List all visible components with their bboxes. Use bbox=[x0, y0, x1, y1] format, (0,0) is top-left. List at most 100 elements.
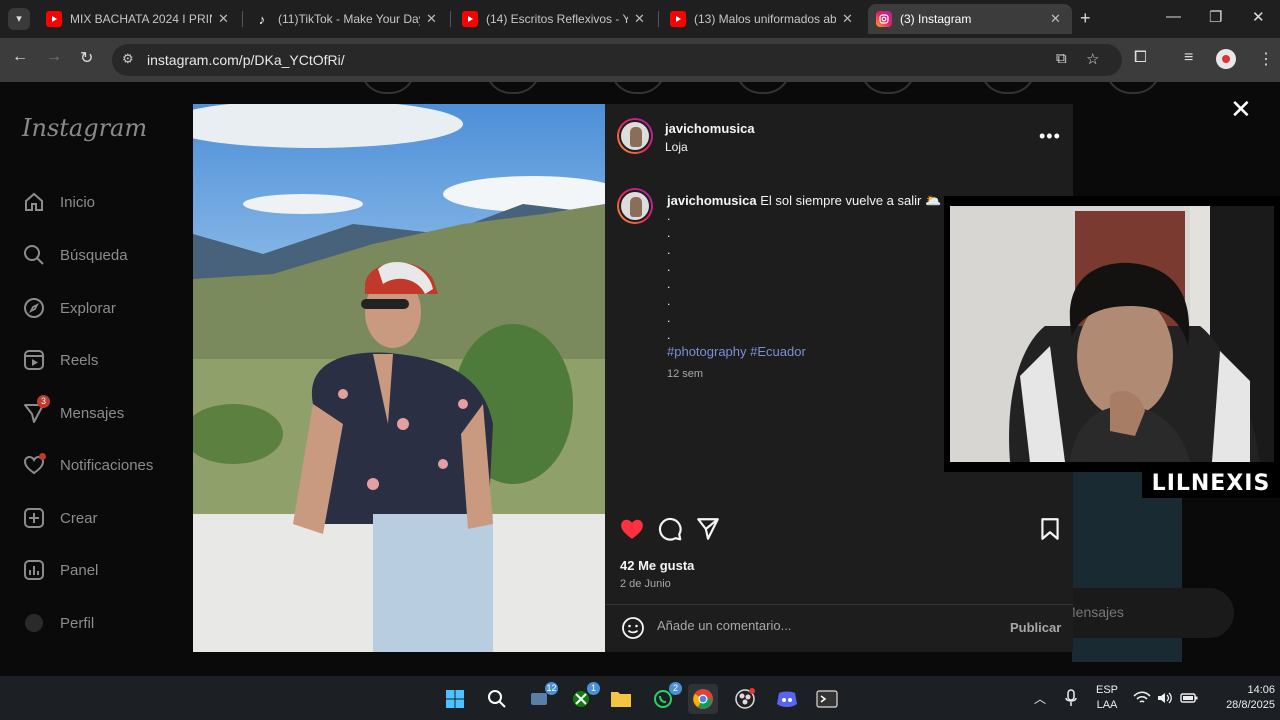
sidebar-item-inicio[interactable]: Inicio bbox=[22, 190, 95, 214]
caption-hashtags[interactable]: #photography #Ecuador bbox=[667, 344, 806, 359]
tab-youtube-escritos[interactable]: (14) Escritos Reflexivos - You ✕ bbox=[454, 4, 656, 34]
story-avatar[interactable] bbox=[485, 82, 541, 94]
story-avatar[interactable] bbox=[980, 82, 1036, 94]
site-info-icon[interactable]: ⚙ bbox=[122, 51, 134, 67]
tab-tiktok[interactable]: ♪ (11)TikTok - Make Your Day ✕ bbox=[246, 4, 448, 34]
back-icon[interactable]: ← bbox=[12, 48, 28, 66]
like-count[interactable]: 42 Me gusta bbox=[620, 558, 694, 573]
windows-taskbar: 12 1 2 ︿ ESP LAA 14:06 28/8/2025 bbox=[0, 676, 1280, 720]
microphone-icon[interactable] bbox=[1064, 676, 1078, 720]
minimize-icon[interactable]: — bbox=[1166, 8, 1181, 25]
publish-button[interactable]: Publicar bbox=[1010, 620, 1061, 635]
restore-icon[interactable]: ❐ bbox=[1209, 8, 1222, 26]
search-icon[interactable] bbox=[482, 684, 512, 714]
comment-input[interactable] bbox=[657, 618, 997, 633]
system-clock[interactable]: 14:06 28/8/2025 bbox=[1205, 683, 1275, 713]
obs-icon[interactable] bbox=[730, 684, 760, 714]
post-author-avatar[interactable] bbox=[617, 118, 653, 154]
extensions-icon[interactable]: ⧠ bbox=[1134, 49, 1147, 67]
discord-icon[interactable] bbox=[772, 684, 802, 714]
tab-instagram[interactable]: (3) Instagram ✕ bbox=[868, 4, 1072, 34]
battery-icon[interactable] bbox=[1180, 676, 1198, 720]
url-text[interactable]: instagram.com/p/DKa_YCtOfRi/ bbox=[147, 52, 345, 68]
story-avatar[interactable] bbox=[610, 82, 666, 94]
windows-start-icon[interactable] bbox=[440, 684, 470, 714]
sidebar-item-crear[interactable]: Crear bbox=[22, 506, 98, 530]
like-heart-icon[interactable] bbox=[619, 516, 645, 547]
close-tab-icon[interactable]: ✕ bbox=[634, 11, 648, 27]
sidebar-item-perfil[interactable]: Perfil bbox=[22, 611, 94, 635]
close-tab-icon[interactable]: ✕ bbox=[218, 11, 232, 27]
more-options-icon[interactable]: ••• bbox=[1039, 126, 1061, 147]
reload-icon[interactable]: ↻ bbox=[80, 48, 93, 68]
instagram-logo[interactable]: Instagram bbox=[22, 114, 147, 142]
tab-youtube-malos[interactable]: (13) Malos uniformados ab ✕ bbox=[662, 4, 864, 34]
caption-dot: . bbox=[667, 328, 671, 342]
story-avatar[interactable] bbox=[360, 82, 416, 94]
media-control-icon[interactable]: ≡ bbox=[1184, 49, 1193, 67]
close-tab-icon[interactable]: ✕ bbox=[1050, 11, 1064, 27]
messenger-icon: 3 bbox=[22, 395, 50, 425]
tab-strip: ▾ MIX BACHATA 2024 I PRINCI ✕ ♪ (11)TikT… bbox=[0, 0, 1280, 38]
window-close-icon[interactable]: ✕ bbox=[1252, 8, 1265, 26]
volume-icon[interactable] bbox=[1157, 676, 1173, 720]
chrome-menu-icon[interactable]: ⋮ bbox=[1258, 49, 1274, 69]
youtube-icon bbox=[462, 11, 478, 27]
story-avatar[interactable] bbox=[860, 82, 916, 94]
whatsapp-badge: 2 bbox=[669, 682, 682, 695]
close-tab-icon[interactable]: ✕ bbox=[426, 11, 440, 27]
chrome-icon[interactable] bbox=[688, 684, 718, 714]
youtube-icon bbox=[670, 11, 686, 27]
sidebar-item-busqueda[interactable]: Búsqueda bbox=[22, 243, 128, 267]
close-modal-icon[interactable]: ✕ bbox=[1230, 94, 1252, 125]
story-avatar[interactable] bbox=[735, 82, 791, 94]
sidebar-item-label: Explorar bbox=[60, 299, 116, 317]
close-tab-icon[interactable]: ✕ bbox=[842, 11, 856, 27]
task-view-icon[interactable]: 12 bbox=[524, 682, 558, 714]
story-avatar[interactable] bbox=[1105, 82, 1161, 94]
profile-avatar[interactable] bbox=[1216, 49, 1236, 69]
sidebar-item-panel[interactable]: Panel bbox=[22, 558, 98, 582]
home-icon bbox=[22, 190, 46, 214]
install-app-icon[interactable]: ⧉ bbox=[1056, 50, 1067, 67]
caption-username[interactable]: javichomusica bbox=[667, 193, 757, 208]
share-icon[interactable] bbox=[695, 516, 721, 547]
post-date: 2 de Junio bbox=[620, 578, 671, 590]
divider bbox=[605, 604, 1073, 605]
post-location[interactable]: Loja bbox=[665, 140, 688, 154]
whatsapp-icon[interactable]: 2 bbox=[648, 682, 682, 714]
unread-badge: 3 bbox=[37, 395, 50, 408]
tab-youtube-bachata[interactable]: MIX BACHATA 2024 I PRINCI ✕ bbox=[38, 4, 240, 34]
terminal-icon[interactable] bbox=[812, 684, 842, 714]
emoji-icon[interactable] bbox=[621, 616, 645, 645]
caption-author-avatar[interactable] bbox=[617, 188, 653, 224]
sidebar-item-notificaciones[interactable]: Notificaciones bbox=[22, 453, 153, 477]
address-bar[interactable]: ⚙ instagram.com/p/DKa_YCtOfRi/ ⧉ ☆ bbox=[112, 44, 1122, 76]
forward-icon[interactable]: → bbox=[46, 48, 62, 66]
new-tab-icon[interactable]: + bbox=[1080, 8, 1091, 29]
webcam-overlay bbox=[944, 196, 1280, 472]
caption-dot: . bbox=[667, 243, 671, 257]
webcam-image bbox=[950, 206, 1274, 462]
tab-search-button[interactable]: ▾ bbox=[8, 8, 30, 30]
bookmark-star-icon[interactable]: ☆ bbox=[1086, 50, 1099, 68]
xbox-icon[interactable]: 1 bbox=[566, 682, 600, 714]
wifi-icon[interactable] bbox=[1133, 676, 1151, 720]
file-explorer-icon[interactable] bbox=[606, 684, 636, 714]
clock-time: 14:06 bbox=[1247, 684, 1275, 696]
streamer-name-label: LILNEXIS bbox=[1142, 470, 1280, 498]
input-language[interactable]: ESP LAA bbox=[1094, 683, 1120, 713]
caption-dot: . bbox=[667, 226, 671, 240]
tab-title: MIX BACHATA 2024 I PRINCI bbox=[70, 12, 212, 26]
keyboard-layout: LAA bbox=[1096, 699, 1118, 711]
sidebar-item-explorar[interactable]: Explorar bbox=[22, 296, 116, 320]
post-photo[interactable] bbox=[193, 104, 605, 652]
post-author-username[interactable]: javichomusica bbox=[665, 121, 755, 136]
language-code: ESP bbox=[1095, 684, 1118, 696]
caption-dot: . bbox=[667, 294, 671, 308]
sidebar-item-mensajes[interactable]: 3 Mensajes bbox=[22, 395, 124, 425]
sidebar-item-reels[interactable]: Reels bbox=[22, 348, 98, 372]
save-bookmark-icon[interactable] bbox=[1037, 516, 1063, 547]
show-hidden-icons[interactable]: ︿ bbox=[1034, 676, 1046, 720]
comment-icon[interactable] bbox=[657, 516, 683, 547]
